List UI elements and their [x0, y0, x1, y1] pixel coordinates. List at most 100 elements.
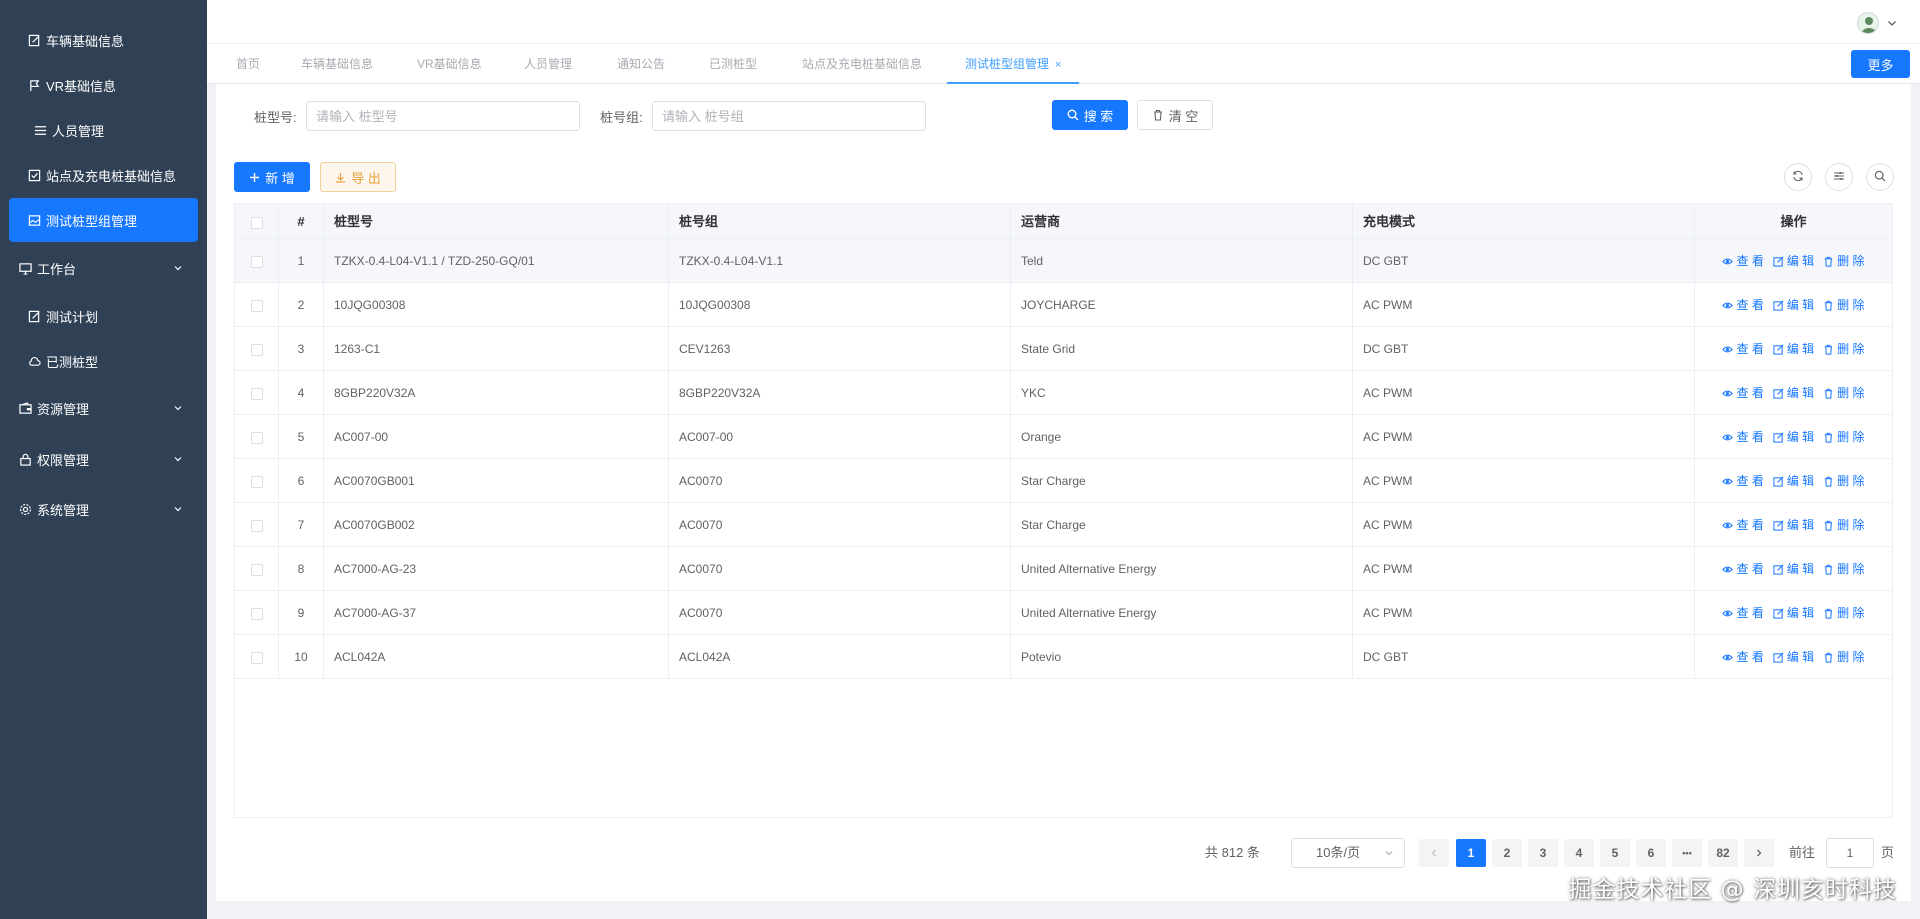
model-search-input[interactable]	[306, 101, 580, 131]
sliders-icon	[1833, 170, 1845, 185]
page-button[interactable]: 5	[1600, 839, 1630, 867]
delete-button[interactable]: 删 除	[1823, 547, 1865, 591]
view-button[interactable]: 查 看	[1722, 327, 1764, 371]
page-jump-input[interactable]	[1826, 838, 1874, 868]
sidebar-item-system[interactable]: 系统管理	[9, 487, 198, 531]
view-button[interactable]: 查 看	[1722, 635, 1764, 679]
table-row[interactable]: 9 AC7000-AG-37 AC0070 United Alternative En…	[235, 591, 1892, 635]
table-row[interactable]: 2 10JQG00308 10JQG00308 JOYCHARGE AC PWM 查 看编…	[235, 283, 1892, 327]
select-all-checkbox[interactable]	[250, 216, 263, 229]
sidebar-item-vehicle-info[interactable]: 车辆基础信息	[9, 18, 198, 62]
page-size-select[interactable]: 10条/页	[1291, 838, 1405, 868]
group-search-input[interactable]	[652, 101, 926, 131]
tab-home[interactable]: 首页	[236, 44, 260, 84]
tab-vr-info[interactable]: VR基础信息	[417, 44, 482, 84]
edit-button[interactable]: 编 辑	[1773, 327, 1814, 371]
delete-button[interactable]: 删 除	[1823, 283, 1865, 327]
view-button[interactable]: 查 看	[1722, 283, 1764, 327]
row-checkbox[interactable]	[250, 255, 263, 268]
table-row[interactable]: 7 AC0070GB002 AC0070 Star Charge AC PWM 查 看 编 …	[235, 503, 1892, 547]
row-checkbox[interactable]	[250, 343, 263, 356]
edit-icon	[1773, 564, 1787, 575]
table-row[interactable]: 6 AC0070GB001 AC0070 Star Charge AC PWM 查 看 编 …	[235, 459, 1892, 503]
prev-page-button[interactable]	[1419, 839, 1449, 867]
edit-button[interactable]: 编 辑	[1773, 547, 1814, 591]
clear-button[interactable]: 清 空	[1137, 100, 1213, 130]
edit-button[interactable]: 编 辑	[1773, 239, 1814, 283]
delete-button[interactable]: 删 除	[1823, 635, 1865, 679]
row-checkbox[interactable]	[250, 519, 263, 532]
table-row[interactable]: 5 AC007-00 AC007-00 Orange AC PWM 查 看编 辑删 除	[235, 415, 1892, 459]
view-button[interactable]: 查 看	[1722, 239, 1764, 283]
tab-notices[interactable]: 通知公告	[617, 44, 665, 84]
trash-icon	[1823, 608, 1837, 619]
edit-button[interactable]: 编 辑	[1773, 415, 1814, 459]
sidebar-item-tested-models[interactable]: 已测桩型	[9, 339, 198, 383]
tab-personnel[interactable]: 人员管理	[524, 44, 572, 84]
sidebar-item-workbench[interactable]: 工作台	[9, 246, 198, 290]
row-checkbox[interactable]	[250, 651, 263, 664]
column-settings-button[interactable]	[1825, 163, 1853, 191]
edit-icon	[1773, 476, 1787, 487]
delete-button[interactable]: 删 除	[1823, 503, 1865, 547]
view-button[interactable]: 查 看	[1722, 591, 1764, 635]
view-button[interactable]: 查 看	[1722, 503, 1764, 547]
page-button[interactable]: 2	[1492, 839, 1522, 867]
tab-station-info[interactable]: 站点及充电桩基础信息	[802, 44, 922, 84]
chevron-down-icon[interactable]	[1886, 17, 1898, 29]
page-button[interactable]: 1	[1456, 839, 1486, 867]
row-checkbox[interactable]	[250, 475, 263, 488]
row-checkbox[interactable]	[250, 299, 263, 312]
export-button[interactable]: 导 出	[320, 162, 396, 192]
page-button[interactable]: 82	[1708, 839, 1738, 867]
table-row[interactable]: 4 8GBP220V32A 8GBP220V32A YKC AC PWM 查 看编 辑删 …	[235, 371, 1892, 415]
delete-button[interactable]: 删 除	[1823, 591, 1865, 635]
tab-tested-models[interactable]: 已测桩型	[709, 44, 757, 84]
edit-button[interactable]: 编 辑	[1773, 459, 1814, 503]
delete-button[interactable]: 删 除	[1823, 415, 1865, 459]
delete-button[interactable]: 删 除	[1823, 327, 1865, 371]
page-button[interactable]: 6	[1636, 839, 1666, 867]
table-row[interactable]: 10 ACL042A ACL042A Potevio DC GBT 查 看编 辑删 除	[235, 635, 1892, 679]
edit-button[interactable]: 编 辑	[1773, 371, 1814, 415]
tab-vehicle-info[interactable]: 车辆基础信息	[301, 44, 373, 84]
edit-button[interactable]: 编 辑	[1773, 503, 1814, 547]
delete-button[interactable]: 删 除	[1823, 459, 1865, 503]
page-button[interactable]: 3	[1528, 839, 1558, 867]
more-pages-button[interactable]: •••	[1672, 839, 1702, 867]
sidebar-item-test-model-group[interactable]: 测试桩型组管理	[9, 198, 198, 242]
tab-test-model-group[interactable]: 测试桩型组管理 ×	[947, 44, 1080, 85]
avatar[interactable]	[1857, 12, 1879, 34]
sidebar-item-permissions[interactable]: 权限管理	[9, 437, 198, 481]
sidebar-item-test-plan[interactable]: 测试计划	[9, 294, 198, 338]
sidebar-item-vr-info[interactable]: VR基础信息	[9, 63, 198, 107]
row-checkbox[interactable]	[250, 387, 263, 400]
view-button[interactable]: 查 看	[1722, 415, 1764, 459]
search-button[interactable]: 搜 索	[1052, 100, 1128, 130]
view-button[interactable]: 查 看	[1722, 459, 1764, 503]
view-button[interactable]: 查 看	[1722, 371, 1764, 415]
delete-button[interactable]: 删 除	[1823, 371, 1865, 415]
refresh-button[interactable]	[1784, 163, 1812, 191]
cell-actions: 查 看编 辑删 除	[1695, 371, 1892, 415]
row-checkbox[interactable]	[250, 563, 263, 576]
page-button[interactable]: 4	[1564, 839, 1594, 867]
sidebar-item-personnel[interactable]: 人员管理	[9, 108, 198, 152]
next-page-button[interactable]	[1744, 839, 1774, 867]
row-checkbox[interactable]	[250, 431, 263, 444]
edit-button[interactable]: 编 辑	[1773, 591, 1814, 635]
table-row[interactable]: 3 1263-C1 CEV1263 State Grid DC GBT 查 看 编 辑 删 除	[235, 327, 1892, 371]
edit-button[interactable]: 编 辑	[1773, 283, 1814, 327]
add-button[interactable]: 新 增	[234, 162, 310, 192]
close-icon[interactable]: ×	[1055, 45, 1061, 85]
edit-button[interactable]: 编 辑	[1773, 635, 1814, 679]
sidebar-item-station-info[interactable]: 站点及充电桩基础信息	[9, 153, 198, 197]
toggle-search-button[interactable]	[1866, 163, 1894, 191]
view-button[interactable]: 查 看	[1722, 547, 1764, 591]
table-row[interactable]: 1 TZKX-0.4-L04-V1.1 / TZD-250-GQ/01 TZKX-0…	[235, 239, 1892, 283]
sidebar-item-resources[interactable]: 资源管理	[9, 386, 198, 430]
row-checkbox[interactable]	[250, 607, 263, 620]
delete-button[interactable]: 删 除	[1823, 239, 1865, 283]
table-row[interactable]: 8 AC7000-AG-23 AC0070 United Alternative En…	[235, 547, 1892, 591]
more-button[interactable]: 更多	[1851, 50, 1910, 78]
